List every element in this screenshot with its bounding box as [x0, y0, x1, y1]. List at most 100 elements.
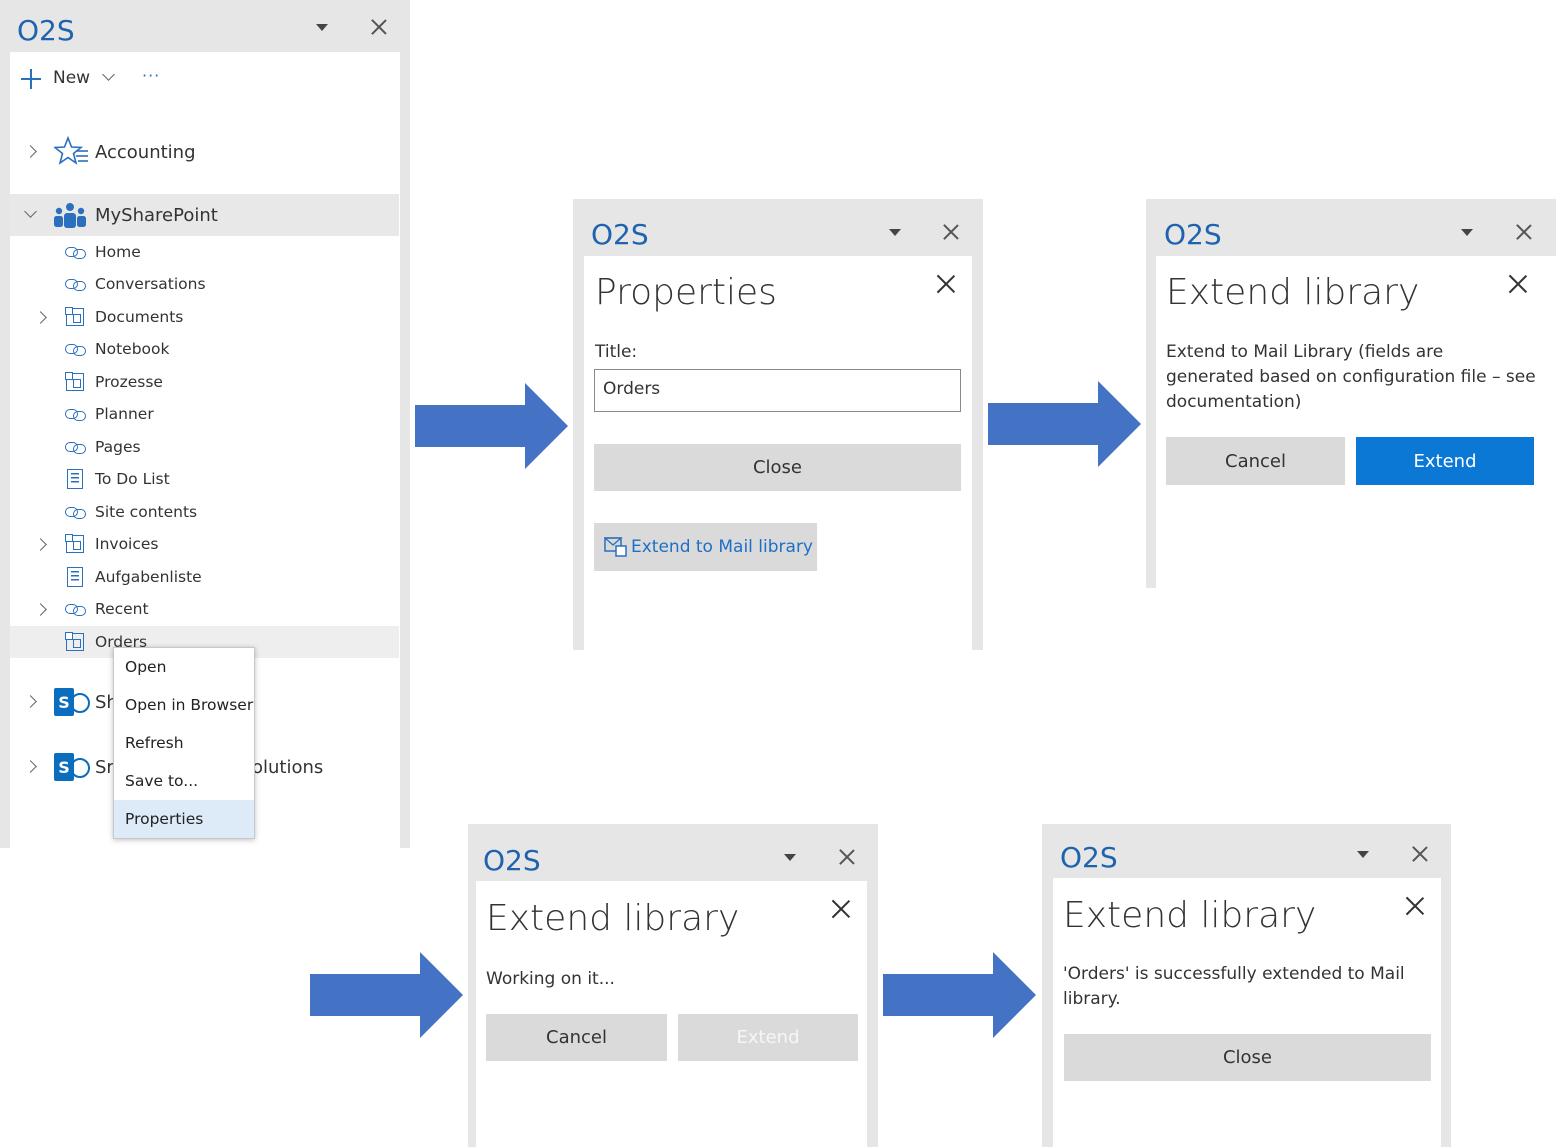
- more-options-button[interactable]: ···: [142, 66, 160, 85]
- link-icon: [65, 505, 87, 519]
- chevron-right-icon[interactable]: [24, 145, 37, 158]
- pane-close-icon[interactable]: [1412, 846, 1428, 862]
- tree-site-accounting[interactable]: Accounting: [10, 135, 399, 169]
- tree-item-notebook[interactable]: Notebook: [10, 333, 399, 365]
- tree-item-label: To Do List: [95, 470, 170, 488]
- pane-title: O2S: [1060, 841, 1118, 874]
- dialog-title: Properties: [595, 272, 777, 313]
- pane-close-icon[interactable]: [371, 19, 387, 35]
- flow-arrow-4: [883, 952, 1036, 1038]
- extend-button[interactable]: Extend: [1356, 437, 1534, 485]
- pane-menu-dropdown-icon[interactable]: [1357, 851, 1369, 858]
- extend-to-mail-library-button[interactable]: Extend to Mail library: [594, 523, 817, 571]
- extend-link-label: Extend to Mail library: [631, 537, 813, 557]
- confirm-message: Extend to Mail Library (fields are gener…: [1166, 342, 1536, 412]
- flow-arrow-3: [310, 952, 463, 1038]
- context-menu: Open Open in Browser Refresh Save to... …: [113, 647, 255, 839]
- tree-item-label: Pages: [95, 438, 141, 456]
- properties-dialog: Properties Title: Orders Close Extend to…: [584, 256, 972, 650]
- extend-confirm-pane: O2S Extend library Extend to Mail Librar…: [1146, 199, 1556, 588]
- chevron-right-icon[interactable]: [34, 603, 47, 616]
- extend-confirm-dialog: Extend library Extend to Mail Library (f…: [1156, 256, 1556, 588]
- link-icon: [65, 342, 87, 356]
- menu-item-save-to[interactable]: Save to...: [114, 762, 254, 800]
- pane-title: O2S: [1164, 218, 1222, 251]
- menu-item-open-in-browser[interactable]: Open in Browser: [114, 686, 254, 724]
- tree-item-label: Documents: [95, 308, 184, 326]
- close-button[interactable]: Close: [1064, 1034, 1431, 1081]
- dialog-close-icon[interactable]: [1508, 274, 1528, 294]
- chevron-right-icon[interactable]: [24, 695, 37, 708]
- chevron-down-icon: [102, 68, 115, 81]
- plus-icon: [21, 69, 41, 89]
- pane-close-icon[interactable]: [943, 224, 959, 240]
- pane-menu-dropdown-icon[interactable]: [1461, 229, 1473, 236]
- mail-library-icon: [604, 537, 627, 557]
- dialog-close-icon[interactable]: [831, 899, 851, 919]
- title-input[interactable]: Orders: [594, 369, 961, 412]
- menu-item-open[interactable]: Open: [114, 648, 254, 686]
- tree-site-label-overflow: olutions: [252, 757, 324, 778]
- tree-item-recent[interactable]: Recent: [10, 593, 399, 625]
- pane-menu-dropdown-icon[interactable]: [889, 229, 901, 236]
- pane-menu-dropdown-icon[interactable]: [784, 854, 796, 861]
- tree-item-planner[interactable]: Planner: [10, 398, 399, 430]
- working-message: Working on it...: [486, 969, 615, 989]
- pane-title: O2S: [591, 218, 649, 251]
- tree-item-aufgabenliste[interactable]: Aufgabenliste: [10, 561, 399, 593]
- pane-close-icon[interactable]: [1516, 224, 1532, 240]
- menu-item-properties[interactable]: Properties: [114, 800, 254, 838]
- tree-item-label: Conversations: [95, 275, 206, 293]
- tree-item-label: Home: [95, 243, 141, 261]
- list-icon: [67, 469, 83, 489]
- library-icon: [65, 632, 84, 651]
- tree-item-documents[interactable]: Documents: [10, 301, 399, 333]
- team-group-icon: [54, 203, 86, 228]
- new-button-label: New: [53, 68, 91, 88]
- extend-button-disabled: Extend: [678, 1014, 858, 1061]
- dialog-close-icon[interactable]: [1405, 896, 1425, 916]
- dialog-title: Extend library: [486, 898, 740, 939]
- extend-working-dialog: Extend library Working on it... Cancel E…: [476, 881, 867, 1147]
- cancel-button[interactable]: Cancel: [1166, 437, 1345, 485]
- library-icon: [65, 372, 84, 391]
- tree-item-home[interactable]: Home: [10, 236, 399, 268]
- chevron-right-icon[interactable]: [24, 760, 37, 773]
- sharepoint-icon: S: [54, 753, 74, 781]
- close-button[interactable]: Close: [594, 444, 961, 491]
- flow-arrow-2: [988, 381, 1141, 467]
- tree-item-prozesse[interactable]: Prozesse: [10, 366, 399, 398]
- chevron-right-icon[interactable]: [34, 538, 47, 551]
- sharepoint-icon: S: [54, 688, 74, 716]
- tree-site-label: Accounting: [95, 141, 196, 163]
- link-icon: [65, 440, 87, 454]
- chevron-right-icon[interactable]: [34, 311, 47, 324]
- tree-item-label: Planner: [95, 405, 154, 423]
- pane-menu-dropdown-icon[interactable]: [316, 24, 328, 31]
- new-button[interactable]: New: [18, 66, 118, 92]
- tree-item-conversations[interactable]: Conversations: [10, 268, 399, 300]
- cancel-button[interactable]: Cancel: [486, 1014, 667, 1061]
- tree-item-site-contents[interactable]: Site contents: [10, 496, 399, 528]
- title-input-value: Orders: [603, 379, 661, 399]
- favorite-star-list-icon: [54, 135, 88, 165]
- tree-item-invoices[interactable]: Invoices: [10, 528, 399, 560]
- dialog-close-icon[interactable]: [936, 274, 956, 294]
- menu-item-refresh[interactable]: Refresh: [114, 724, 254, 762]
- tree-item-label: Site contents: [95, 503, 198, 521]
- tree-item-label: Invoices: [95, 535, 159, 553]
- tree-site-mysharepoint[interactable]: MySharePoint: [10, 194, 399, 236]
- link-icon: [65, 245, 87, 259]
- tree-item-to-do-list[interactable]: To Do List: [10, 463, 399, 495]
- link-icon: [65, 602, 87, 616]
- pane-close-icon[interactable]: [839, 849, 855, 865]
- tree-item-label: Recent: [95, 600, 149, 618]
- library-icon: [65, 534, 84, 553]
- dialog-title: Extend library: [1063, 895, 1317, 936]
- list-icon: [67, 567, 83, 587]
- tree-item-pages[interactable]: Pages: [10, 431, 399, 463]
- success-message: 'Orders' is successfully extended to Mai…: [1063, 964, 1405, 1009]
- tree-site-label: Sr: [95, 756, 114, 778]
- properties-pane: O2S Properties Title: Orders Close Exten…: [573, 199, 983, 650]
- chevron-down-icon[interactable]: [24, 205, 37, 218]
